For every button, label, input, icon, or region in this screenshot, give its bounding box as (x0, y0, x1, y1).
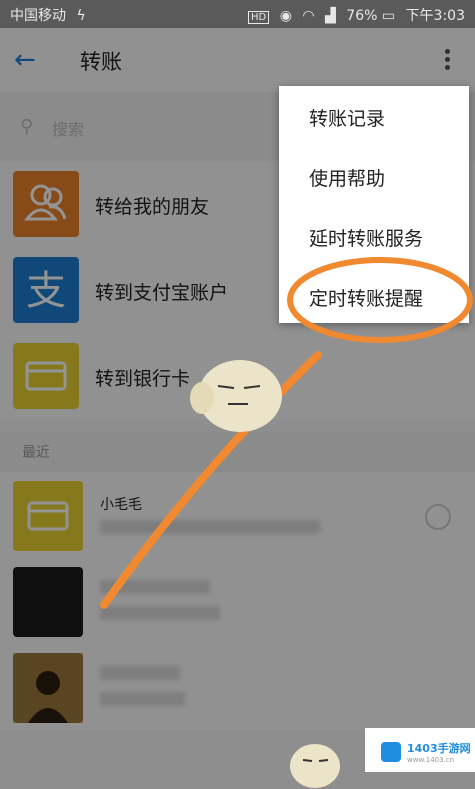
site-logo-icon (381, 742, 401, 762)
watermark-subtitle: www.1403.cn (407, 756, 455, 764)
screen: 中国移动 ϟ HD ◉ ◠ ▟ 76% ▭ 下午3:03 ← 转账 ⚲ 搜索 转… (0, 0, 475, 789)
highlight-ellipse (287, 257, 473, 343)
watermark: 1403手游网 www.1403.cn (365, 728, 475, 772)
watermark-title: 1403手游网 (407, 742, 471, 755)
mascot-sticker (188, 358, 288, 440)
mascot-sticker-bottom (285, 742, 345, 789)
